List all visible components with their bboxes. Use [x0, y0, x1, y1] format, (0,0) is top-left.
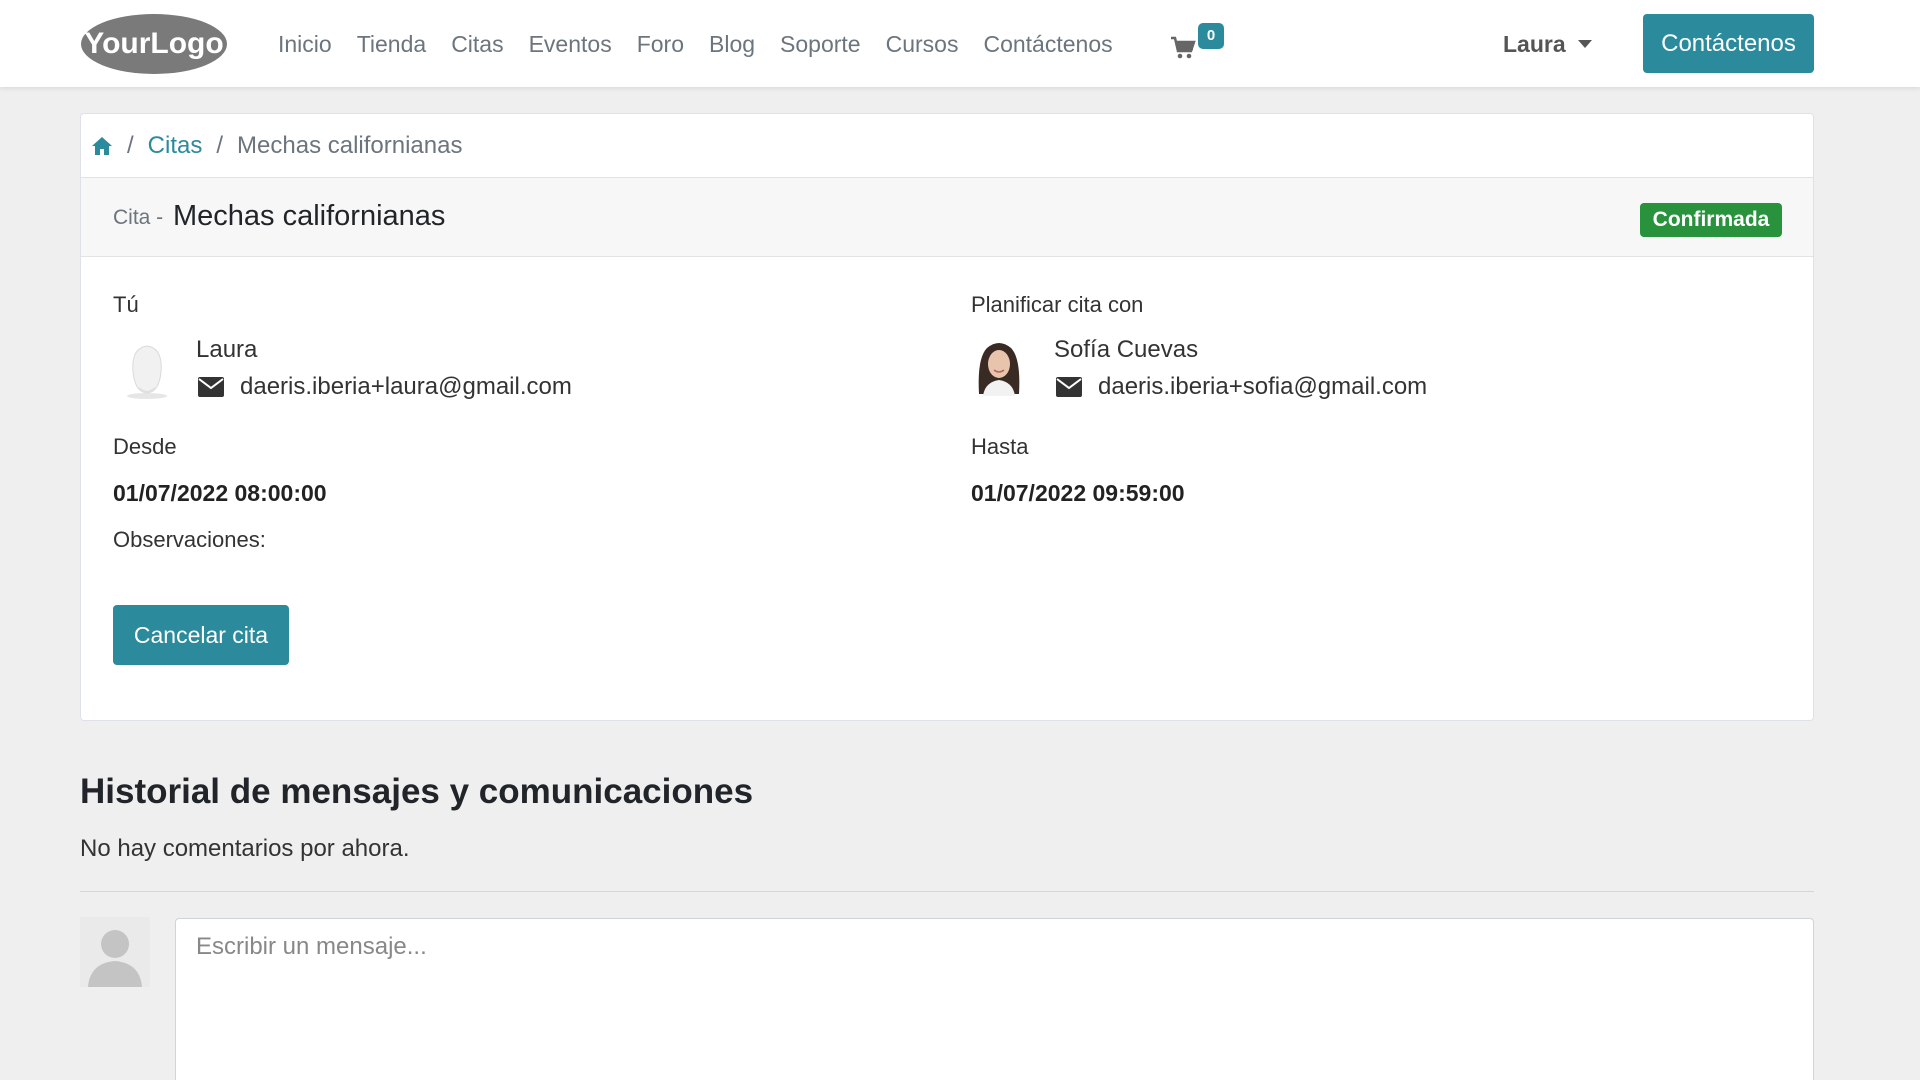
envelope-icon: [198, 377, 224, 397]
nav-item-inicio[interactable]: Inicio: [278, 28, 332, 60]
with-email[interactable]: daeris.iberia+sofia@gmail.com: [1056, 373, 1427, 401]
nav-item-tienda[interactable]: Tienda: [357, 28, 426, 60]
no-comments-text: No hay comentarios por ahora.: [80, 835, 410, 862]
breadcrumb-current: Mechas californianas: [237, 131, 463, 159]
history-title: Historial de mensajes y comunicaciones: [80, 772, 754, 811]
nav-item-citas[interactable]: Citas: [451, 28, 503, 60]
to-label: Hasta: [971, 434, 1029, 459]
you-email[interactable]: daeris.iberia+laura@gmail.com: [198, 373, 572, 401]
breadcrumb-separator: /: [127, 131, 134, 159]
with-email-text: daeris.iberia+sofia@gmail.com: [1098, 373, 1428, 400]
cancel-appointment-button[interactable]: Cancelar cita: [113, 605, 289, 665]
appointment-header: Cita - Mechas californianas Confirmada: [81, 178, 1813, 257]
nav-item-soporte[interactable]: Soporte: [780, 28, 861, 60]
breadcrumb-separator: /: [216, 131, 224, 159]
you-name: Laura: [196, 336, 258, 363]
contact-button[interactable]: Contáctenos: [1643, 14, 1814, 73]
you-label: Tú: [113, 292, 139, 317]
appointment-title: Mechas californianas: [173, 200, 446, 232]
with-label: Planificar cita con: [971, 292, 1144, 317]
user-avatar-icon: [80, 917, 150, 987]
appointment-prefix: Cita -: [113, 206, 164, 229]
nav-item-foro[interactable]: Foro: [637, 28, 684, 60]
from-label: Desde: [113, 434, 177, 459]
breadcrumb: / Citas / Mechas californianas: [81, 114, 1813, 178]
status-badge: Confirmada: [1640, 203, 1782, 237]
you-email-text: daeris.iberia+laura@gmail.com: [240, 373, 572, 400]
nav-item-cursos[interactable]: Cursos: [886, 28, 959, 60]
home-icon[interactable]: [91, 136, 113, 156]
default-avatar-icon: [127, 345, 167, 399]
main-nav: Inicio Tienda Citas Eventos Foro Blog So…: [278, 28, 1138, 60]
appointment-card: / Citas / Mechas californianas Cita - Me…: [80, 113, 1814, 721]
nav-item-contactenos[interactable]: Contáctenos: [983, 28, 1112, 60]
divider: [80, 891, 1814, 892]
from-value: 01/07/2022 08:00:00: [113, 480, 327, 506]
user-menu[interactable]: Laura: [1503, 30, 1592, 58]
envelope-icon: [1056, 377, 1082, 397]
top-navbar: YourLogo Inicio Tienda Citas Eventos For…: [0, 0, 1920, 87]
breadcrumb-citas[interactable]: Citas: [148, 132, 203, 160]
with-name: Sofía Cuevas: [1054, 336, 1199, 363]
nav-item-blog[interactable]: Blog: [709, 28, 755, 60]
logo-text: YourLogo: [84, 27, 223, 60]
logo[interactable]: YourLogo: [80, 13, 228, 75]
user-name: Laura: [1503, 31, 1566, 57]
cart-icon: [1171, 36, 1196, 59]
cart-button[interactable]: 0: [1170, 23, 1230, 64]
cart-count-badge: 0: [1198, 23, 1224, 49]
to-value: 01/07/2022 09:59:00: [971, 480, 1185, 506]
notes-label: Observaciones:: [113, 527, 266, 552]
message-input[interactable]: [175, 918, 1814, 1080]
staff-avatar-icon: [978, 343, 1020, 396]
nav-item-eventos[interactable]: Eventos: [529, 28, 612, 60]
chevron-down-icon: [1577, 40, 1592, 48]
